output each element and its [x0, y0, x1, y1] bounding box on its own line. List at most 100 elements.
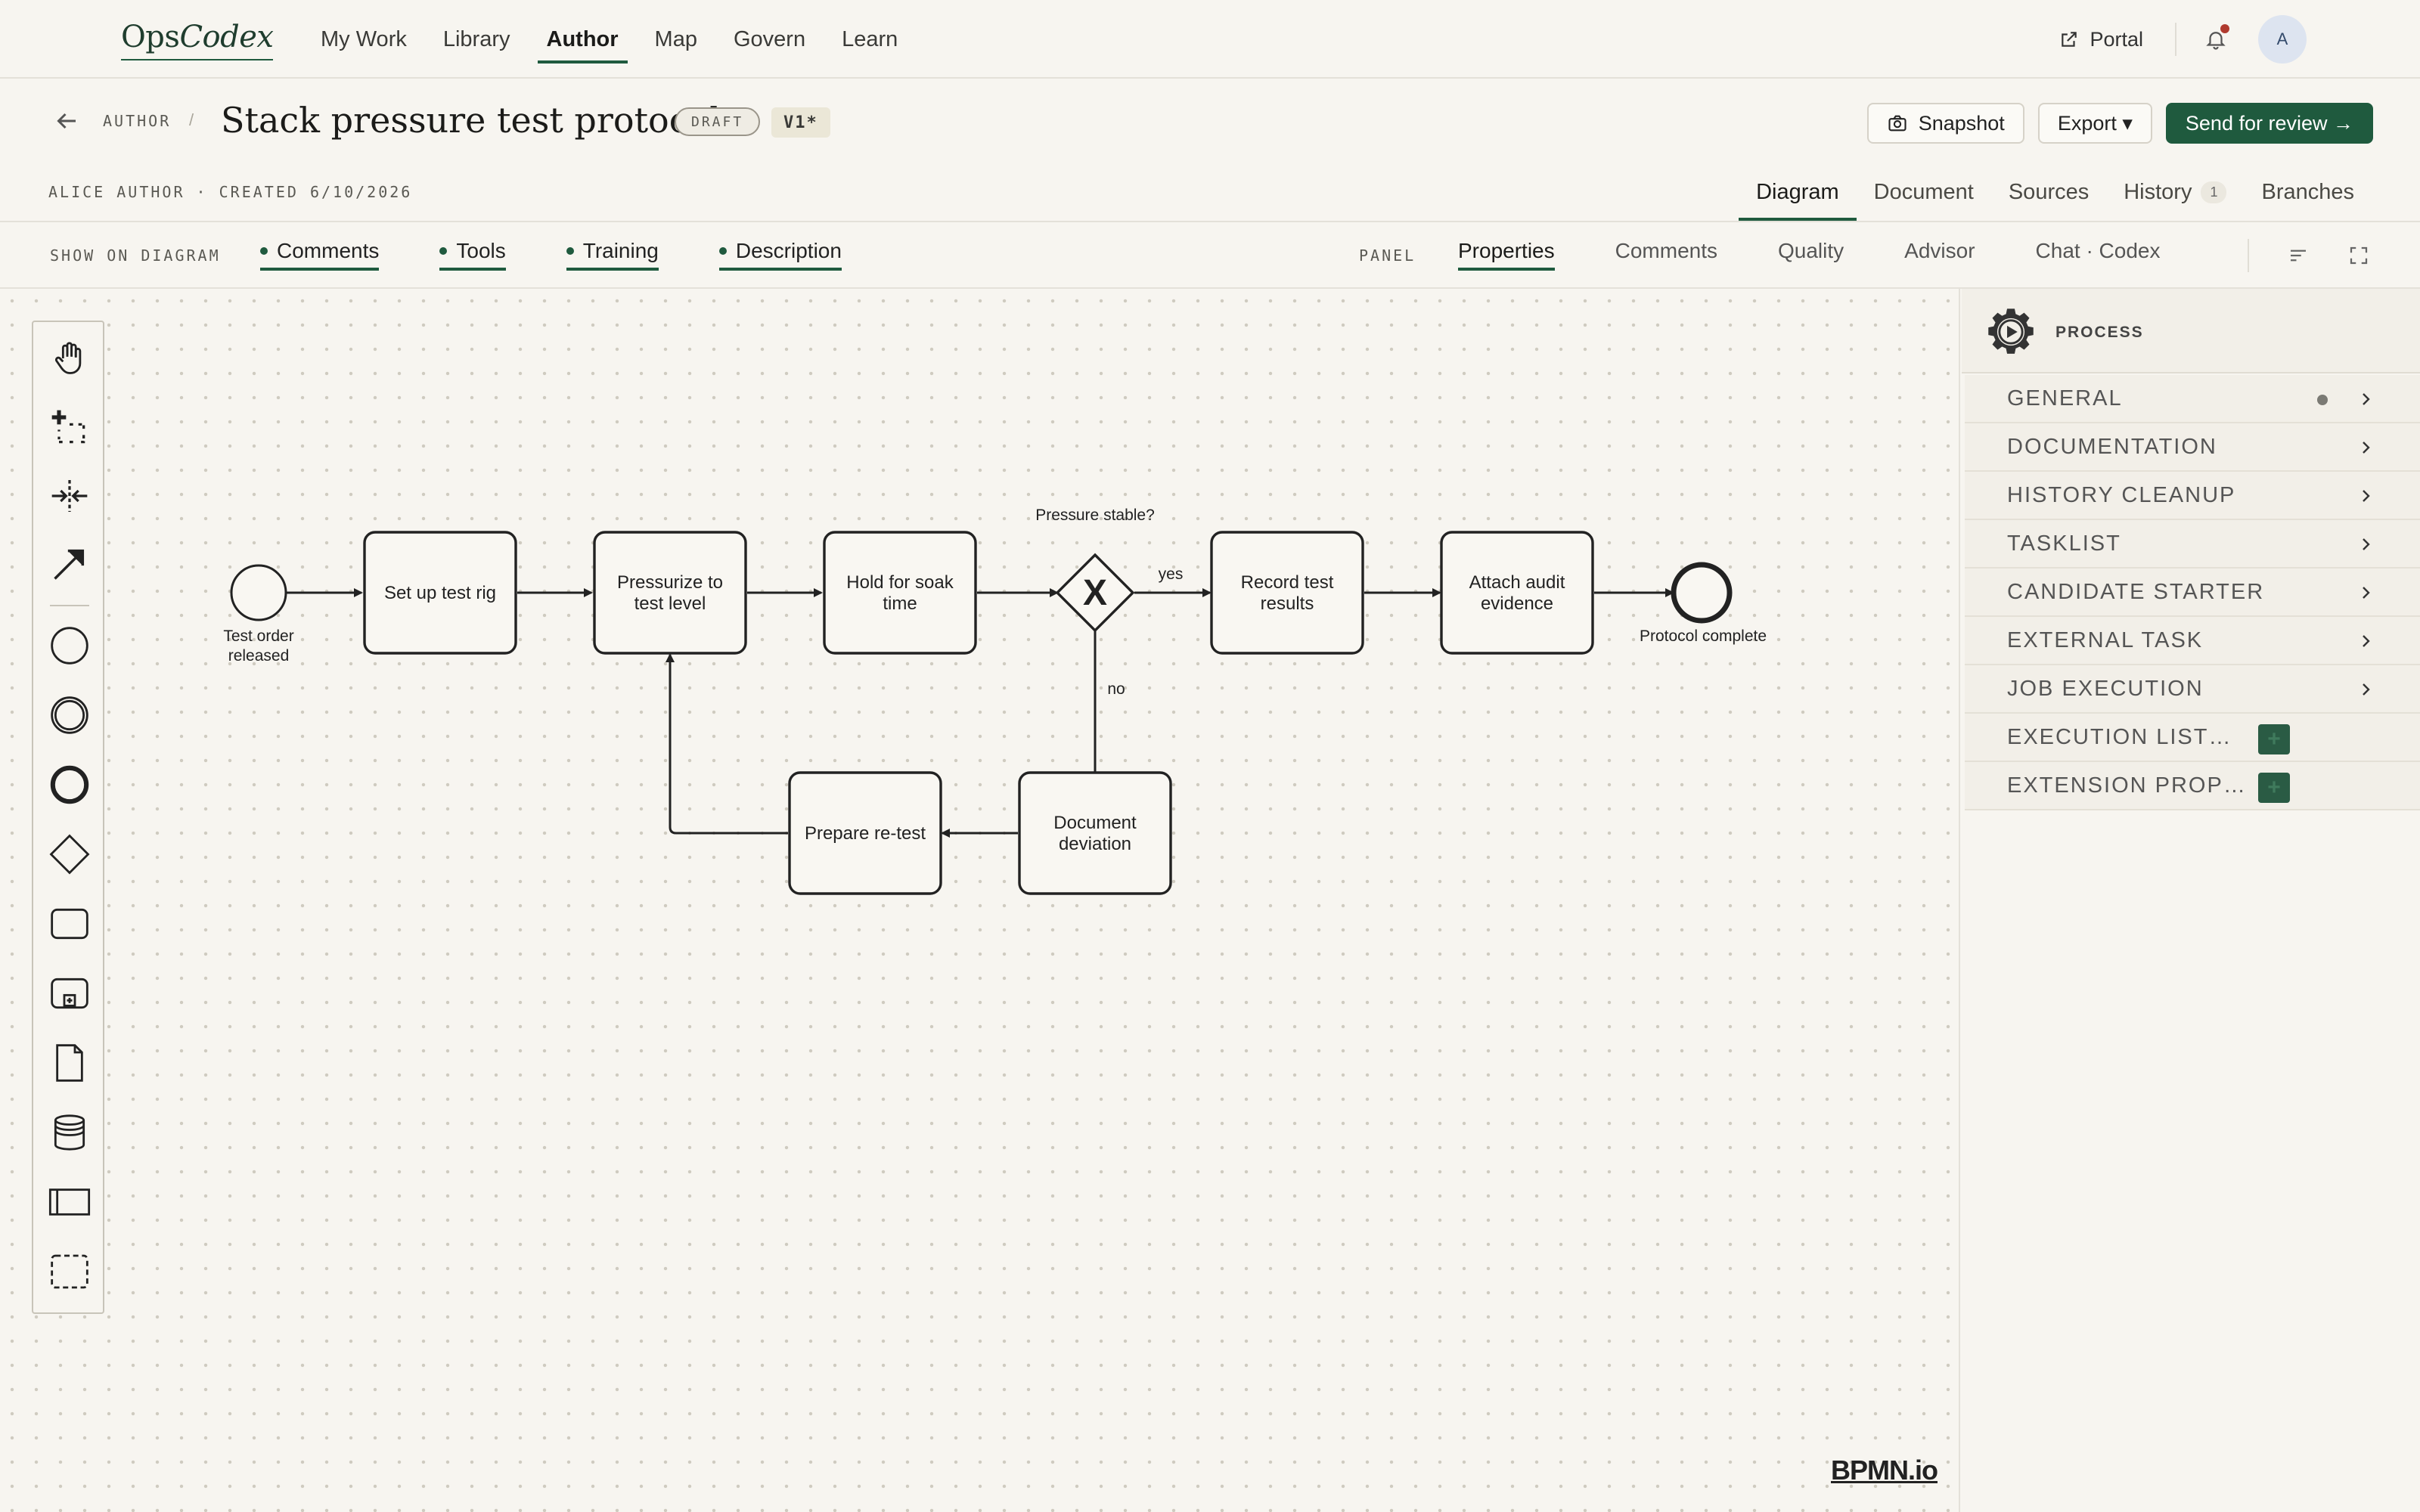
group-label: GENERAL: [2007, 386, 2123, 411]
user-avatar[interactable]: A: [2258, 15, 2307, 64]
toggle-indicator-dot: [718, 247, 727, 255]
gateway-label: Pressure stable?: [1035, 507, 1155, 524]
add-extension-property-button[interactable]: +: [2258, 773, 2290, 803]
tab-branches[interactable]: Branches: [2244, 168, 2372, 221]
properties-panel: PROCESS GENERAL DOCUMENTATION HISTORY CL…: [1962, 289, 2420, 1512]
bpmn-io-watermark[interactable]: BPMN.io: [1831, 1455, 1938, 1486]
main-nav: My Work Library Author Map Govern Learn: [302, 0, 916, 79]
portal-link[interactable]: Portal: [2037, 28, 2166, 51]
chevron-right-icon: [2363, 635, 2370, 647]
tab-history[interactable]: History 1: [2106, 168, 2244, 221]
panel-tab-chat-codex[interactable]: Chat · Codex: [2036, 239, 2161, 271]
group-label: EXECUTION LIST…: [2007, 724, 2232, 749]
task-label: Pressurize to: [617, 572, 723, 593]
send-for-review-button[interactable]: Send for review →: [2165, 103, 2373, 144]
nav-author[interactable]: Author: [529, 0, 637, 79]
group-label: DOCUMENTATION: [2007, 434, 2217, 459]
panel-tab-comments[interactable]: Comments: [1615, 239, 1717, 271]
task-label: evidence: [1481, 593, 1553, 614]
divider: [2175, 23, 2176, 56]
nav-learn[interactable]: Learn: [824, 0, 916, 79]
task-hold-for-soak[interactable]: [823, 531, 977, 655]
group-label: JOB EXECUTION: [2007, 676, 2204, 701]
back-arrow-icon[interactable]: [53, 107, 80, 135]
group-tasklist[interactable]: TASKLIST: [1965, 520, 2420, 569]
snapshot-label: Snapshot: [1918, 111, 2005, 135]
brand-logo[interactable]: OpsCodex: [121, 20, 274, 60]
chevron-right-icon: [2363, 490, 2370, 502]
toggle-label: Training: [582, 239, 659, 262]
breadcrumb[interactable]: AUTHOR: [103, 112, 171, 130]
nav-my-work[interactable]: My Work: [302, 0, 425, 79]
task-label: time: [883, 593, 917, 614]
group-job-execution[interactable]: JOB EXECUTION: [1965, 665, 2420, 714]
brand-logo-part-b: Codex: [179, 20, 274, 54]
breadcrumb-separator: /: [189, 110, 194, 129]
nav-govern[interactable]: Govern: [715, 0, 824, 79]
group-general[interactable]: GENERAL: [1965, 375, 2420, 423]
snapshot-button[interactable]: Snapshot: [1866, 103, 2024, 144]
header-actions: Snapshot Export ▾ Send for review →: [1866, 103, 2373, 144]
task-record-test-results[interactable]: [1210, 531, 1364, 655]
view-tabs: Diagram Document Sources History 1 Branch…: [1739, 168, 2372, 221]
task-attach-audit-evidence[interactable]: [1440, 531, 1594, 655]
diagram-options-bar: SHOW ON DIAGRAM Comments Tools Training …: [0, 222, 2420, 289]
flow-prepare-to-pressurize[interactable]: [666, 653, 788, 835]
toggle-label: Description: [735, 239, 842, 262]
tab-diagram[interactable]: Diagram: [1739, 168, 1857, 221]
notification-dot: [2220, 24, 2229, 33]
flow-label-yes: yes: [1159, 565, 1184, 583]
document-meta: ALICE AUTHOR · CREATED 6/10/2026: [48, 183, 413, 201]
fullscreen-icon[interactable]: [2347, 244, 2370, 267]
toggle-comments[interactable]: Comments: [260, 239, 380, 271]
chevron-right-icon: [2363, 442, 2370, 454]
export-button[interactable]: Export ▾: [2037, 103, 2152, 144]
add-execution-listener-button[interactable]: +: [2258, 724, 2290, 754]
group-documentation[interactable]: DOCUMENTATION: [1965, 423, 2420, 472]
toggle-label: Comments: [277, 239, 380, 262]
version-badge: V1*: [771, 107, 830, 138]
group-extension-properties[interactable]: EXTENSION PROP… +: [1965, 762, 2420, 810]
group-label: EXTERNAL TASK: [2007, 627, 2204, 652]
sort-lines-icon[interactable]: [2287, 244, 2310, 267]
tab-label: Document: [1873, 180, 1974, 204]
toggle-training[interactable]: Training: [566, 239, 659, 271]
task-label: Prepare re-test: [805, 823, 926, 844]
panel-tab-properties[interactable]: Properties: [1458, 239, 1555, 271]
tab-document[interactable]: Document: [1857, 168, 1991, 221]
group-label: CANDIDATE STARTER: [2007, 579, 2265, 604]
tab-sources[interactable]: Sources: [1991, 168, 2106, 221]
gateway-symbol: X: [1083, 573, 1107, 613]
task-pressurize[interactable]: [593, 531, 747, 655]
toggle-description[interactable]: Description: [718, 239, 842, 271]
tab-label: Sources: [2008, 180, 2090, 204]
bpmn-diagram: Test order released Set up test rig Pres…: [223, 507, 1767, 895]
group-label: HISTORY CLEANUP: [2007, 482, 2236, 507]
overlay-toggles: Comments Tools Training Description: [260, 239, 842, 271]
task-document-deviation[interactable]: [1018, 771, 1172, 895]
start-event[interactable]: [230, 564, 287, 621]
group-external-task[interactable]: EXTERNAL TASK: [1965, 617, 2420, 665]
nav-map[interactable]: Map: [637, 0, 715, 79]
show-on-diagram-label: SHOW ON DIAGRAM: [50, 246, 221, 265]
chevron-right-icon: [2363, 393, 2370, 405]
toggle-tools[interactable]: Tools: [439, 239, 506, 271]
status-badge: DRAFT: [675, 107, 761, 136]
has-value-dot: [2317, 395, 2328, 405]
panel-tab-quality[interactable]: Quality: [1778, 239, 1844, 271]
panel-tab-advisor[interactable]: Advisor: [1904, 239, 1975, 271]
diagram-canvas[interactable]: Test order released Set up test rig Pres…: [0, 289, 1960, 1512]
process-gear-icon: [1988, 308, 2034, 354]
nav-library[interactable]: Library: [425, 0, 529, 79]
properties-header: PROCESS: [1962, 289, 2420, 373]
toggle-indicator-dot: [260, 247, 268, 255]
end-event[interactable]: [1671, 562, 1733, 624]
task-label: deviation: [1059, 834, 1131, 854]
group-history-cleanup[interactable]: HISTORY CLEANUP: [1965, 472, 2420, 520]
group-execution-listeners[interactable]: EXECUTION LIST… +: [1965, 714, 2420, 762]
end-event-label: Protocol complete: [1640, 627, 1767, 645]
start-event-label-line1: Test order: [223, 627, 293, 645]
notifications-button[interactable]: [2195, 18, 2237, 60]
properties-element-type: PROCESS: [2055, 324, 2144, 341]
group-candidate-starter[interactable]: CANDIDATE STARTER: [1965, 569, 2420, 617]
